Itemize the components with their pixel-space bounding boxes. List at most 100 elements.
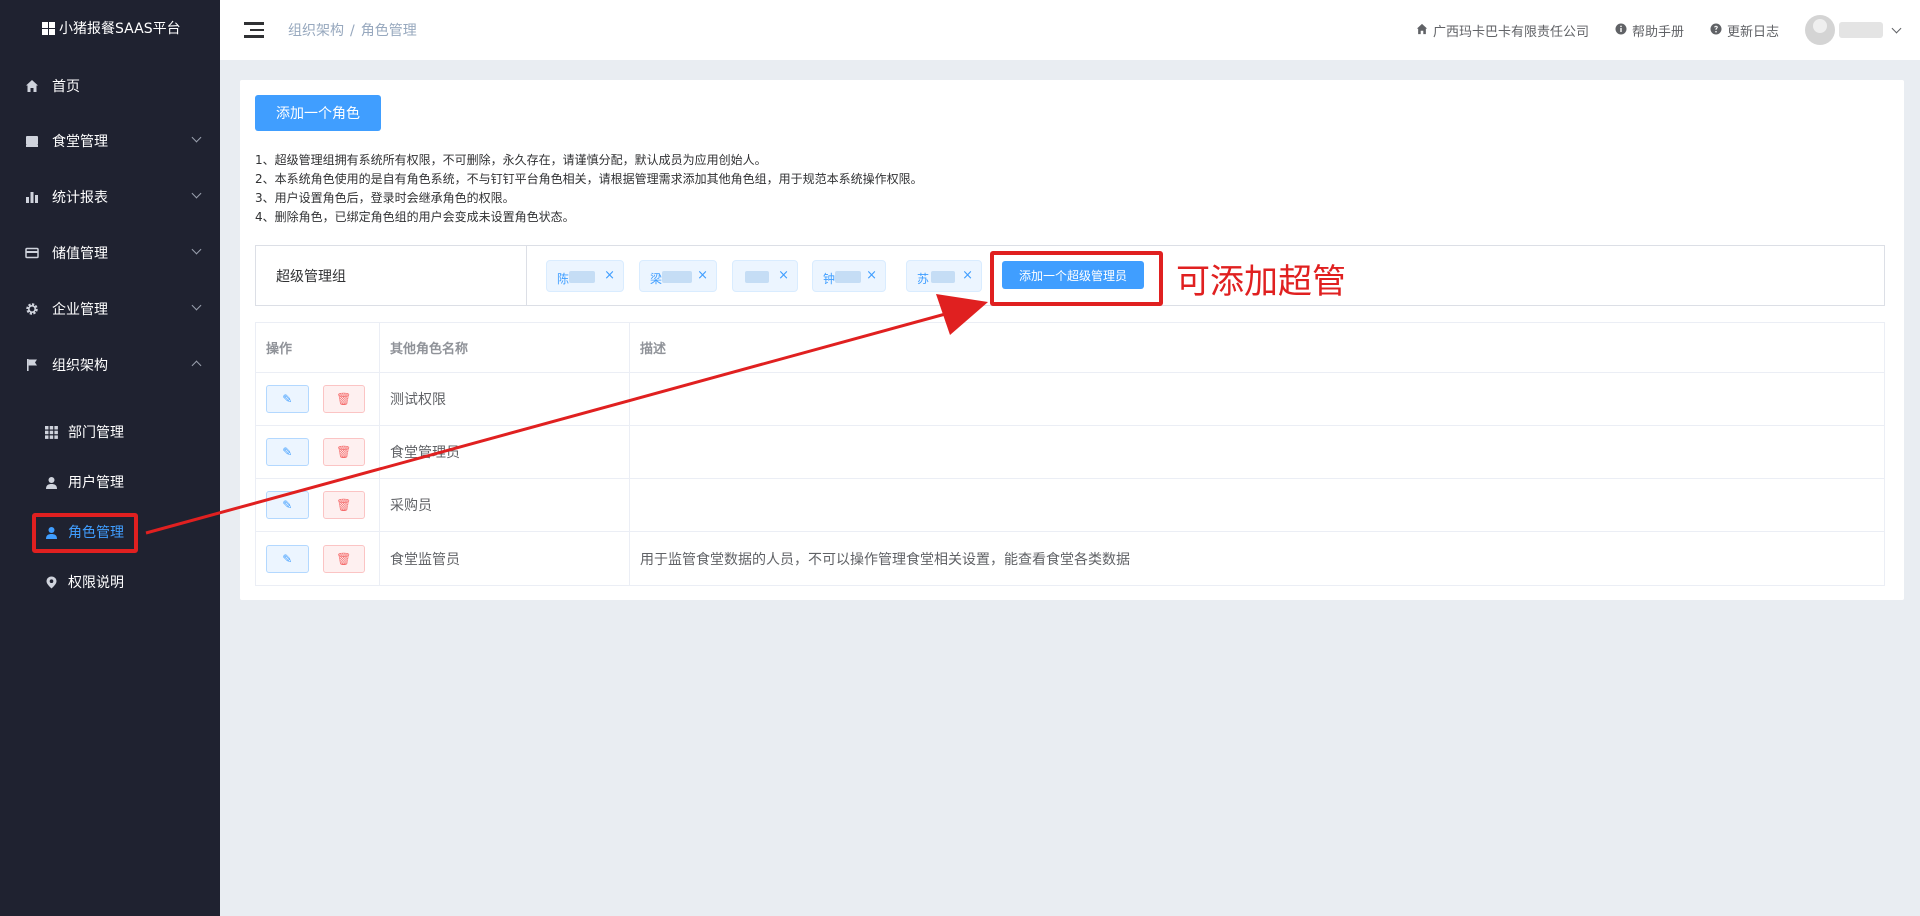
- sidebar-item-stats[interactable]: 统计报表: [0, 177, 220, 217]
- super-admin-group-label: 超级管理组: [256, 246, 527, 305]
- sidebar-item-organization[interactable]: 组织架构: [0, 345, 220, 385]
- role-description: [630, 426, 1886, 478]
- role-management-card: 添加一个角色 1、超级管理组拥有系统所有权限，不可删除，永久存在，请谨慎分配，默…: [240, 80, 1904, 600]
- role-description: [630, 479, 1886, 531]
- member-name: 梁: [650, 272, 663, 286]
- sidebar-item-label: 企业管理: [52, 302, 108, 318]
- annotation-label: 可添加超管: [1176, 262, 1346, 302]
- top-header: 组织架构 / 角色管理 广西玛卡巴卡有限责任公司 帮助手册 更新日志: [220, 0, 1920, 60]
- sidebar-item-label: 首页: [52, 79, 80, 95]
- role-notes: 1、超级管理组拥有系统所有权限，不可删除，永久存在，请谨慎分配，默认成员为应用创…: [255, 151, 923, 227]
- breadcrumb-item-current: 角色管理: [360, 23, 417, 39]
- member-name: 苏: [917, 272, 930, 286]
- column-header: 操作: [256, 323, 380, 372]
- help-link[interactable]: 帮助手册: [1615, 21, 1684, 40]
- member-name: 陈: [557, 272, 570, 286]
- delete-button[interactable]: 🗑: [322, 544, 365, 573]
- close-icon[interactable]: ×: [866, 268, 877, 283]
- chevron-down-icon: [191, 132, 202, 143]
- close-icon[interactable]: ×: [962, 268, 973, 283]
- member-name-redacted: [931, 271, 955, 283]
- home-icon: [24, 78, 40, 94]
- note-line: 1、超级管理组拥有系统所有权限，不可删除，永久存在，请谨慎分配，默认成员为应用创…: [255, 153, 767, 167]
- chevron-down-icon: [191, 300, 202, 311]
- sidebar: 小猪报餐SAAS平台 首页 食堂管理 统计报表 储值管理 企业管理 组织架构 部…: [0, 0, 220, 916]
- company-link[interactable]: 广西玛卡巴卡有限责任公司: [1416, 21, 1589, 40]
- chevron-up-icon: [191, 360, 202, 371]
- sidebar-item-users[interactable]: 用户管理: [0, 463, 220, 501]
- note-line: 3、用户设置角色后，登录时会继承角色的权限。: [255, 191, 515, 205]
- table-row: ✎ 🗑 测试权限: [256, 373, 1884, 426]
- delete-button[interactable]: 🗑: [322, 491, 365, 519]
- breadcrumb-item[interactable]: 组织架构: [288, 23, 344, 39]
- sidebar-item-department[interactable]: 部门管理: [0, 413, 220, 451]
- edit-icon: ✎: [282, 498, 293, 512]
- user-icon: [44, 475, 58, 489]
- sidebar-item-label: 储值管理: [52, 246, 108, 262]
- sidebar-item-home[interactable]: 首页: [0, 66, 220, 106]
- table-header-row: 操作 其他角色名称 描述: [256, 323, 1884, 373]
- app-title: 小猪报餐SAAS平台: [59, 21, 181, 37]
- role-description: 用于监管食堂数据的人员，不可以操作管理食堂相关设置，能查看食堂各类数据: [640, 551, 1130, 568]
- member-tag: ×: [732, 260, 798, 292]
- role-description: [630, 373, 1886, 425]
- member-name: 钟: [823, 272, 836, 286]
- edit-icon: ✎: [282, 551, 293, 566]
- menu-toggle-icon[interactable]: [244, 22, 264, 38]
- sidebar-item-label: 食堂管理: [52, 134, 108, 150]
- company-name: 广西玛卡巴卡有限责任公司: [1432, 24, 1589, 40]
- edit-button[interactable]: ✎: [266, 438, 309, 466]
- trash-icon: 🗑: [336, 498, 352, 512]
- member-name-redacted: [662, 271, 692, 283]
- row-actions: ✎ 🗑: [256, 426, 380, 478]
- row-actions: ✎ 🗑: [256, 479, 380, 531]
- add-role-button[interactable]: 添加一个角色: [255, 95, 381, 131]
- sidebar-subitem-label: 部门管理: [68, 425, 124, 441]
- sidebar-item-label: 组织架构: [52, 358, 108, 374]
- role-name: 食堂管理员: [380, 426, 630, 478]
- delete-button[interactable]: 🗑: [322, 438, 365, 466]
- sidebar-subitem-label: 权限说明: [68, 575, 124, 591]
- avatar[interactable]: [1805, 15, 1835, 45]
- header-actions: 广西玛卡巴卡有限责任公司 帮助手册 更新日志: [1390, 0, 1902, 60]
- chevron-down-icon[interactable]: [1891, 23, 1902, 33]
- chevron-down-icon: [191, 188, 202, 199]
- sidebar-item-enterprise[interactable]: 企业管理: [0, 289, 220, 329]
- note-line: 2、本系统角色使用的是自有角色系统，不与钉钉平台角色相关，请根据管理需求添加其他…: [255, 172, 923, 186]
- note-line: 4、删除角色，已绑定角色组的用户会变成未设置角色状态。: [255, 210, 575, 224]
- close-icon[interactable]: ×: [697, 268, 708, 283]
- help-label: 帮助手册: [1631, 24, 1684, 40]
- edit-button[interactable]: ✎: [266, 491, 309, 519]
- annotation-highlight-roles: [32, 513, 138, 553]
- column-header: 其他角色名称: [380, 323, 630, 372]
- breadcrumb: 组织架构 / 角色管理: [288, 23, 417, 39]
- close-icon[interactable]: ×: [604, 268, 615, 283]
- sidebar-subitem-label: 用户管理: [68, 475, 124, 491]
- member-name-redacted: [835, 271, 861, 283]
- roles-table: 操作 其他角色名称 描述 ✎ 🗑 测试权限 ✎ 🗑 食堂管理员 ✎ 🗑 采购员 …: [255, 322, 1885, 586]
- location-icon: [44, 575, 58, 589]
- sidebar-item-label: 统计报表: [52, 190, 108, 206]
- sidebar-item-permissions[interactable]: 权限说明: [0, 563, 220, 601]
- member-tag: 梁 ×: [639, 260, 717, 292]
- user-name-redacted[interactable]: [1839, 22, 1883, 38]
- bar-chart-icon: [24, 189, 40, 205]
- row-actions: ✎ 🗑: [256, 373, 380, 425]
- trash-icon: 🗑: [336, 445, 352, 459]
- edit-button[interactable]: ✎: [266, 544, 309, 573]
- edit-icon: ✎: [282, 445, 293, 459]
- edit-button[interactable]: ✎: [266, 385, 309, 413]
- sidebar-item-canteen[interactable]: 食堂管理: [0, 121, 220, 161]
- changelog-link[interactable]: 更新日志: [1710, 21, 1779, 40]
- delete-button[interactable]: 🗑: [322, 385, 365, 413]
- question-icon: [1710, 23, 1722, 38]
- canteen-icon: [24, 133, 40, 149]
- app-logo[interactable]: 小猪报餐SAAS平台: [0, 0, 220, 56]
- gear-icon: [24, 301, 40, 317]
- sidebar-item-stored-value[interactable]: 储值管理: [0, 233, 220, 273]
- table-row: ✎ 🗑 食堂管理员: [256, 426, 1884, 479]
- close-icon[interactable]: ×: [778, 268, 789, 283]
- logo-icon: [42, 21, 55, 35]
- row-actions: ✎ 🗑: [256, 532, 380, 585]
- role-name: 采购员: [380, 479, 630, 531]
